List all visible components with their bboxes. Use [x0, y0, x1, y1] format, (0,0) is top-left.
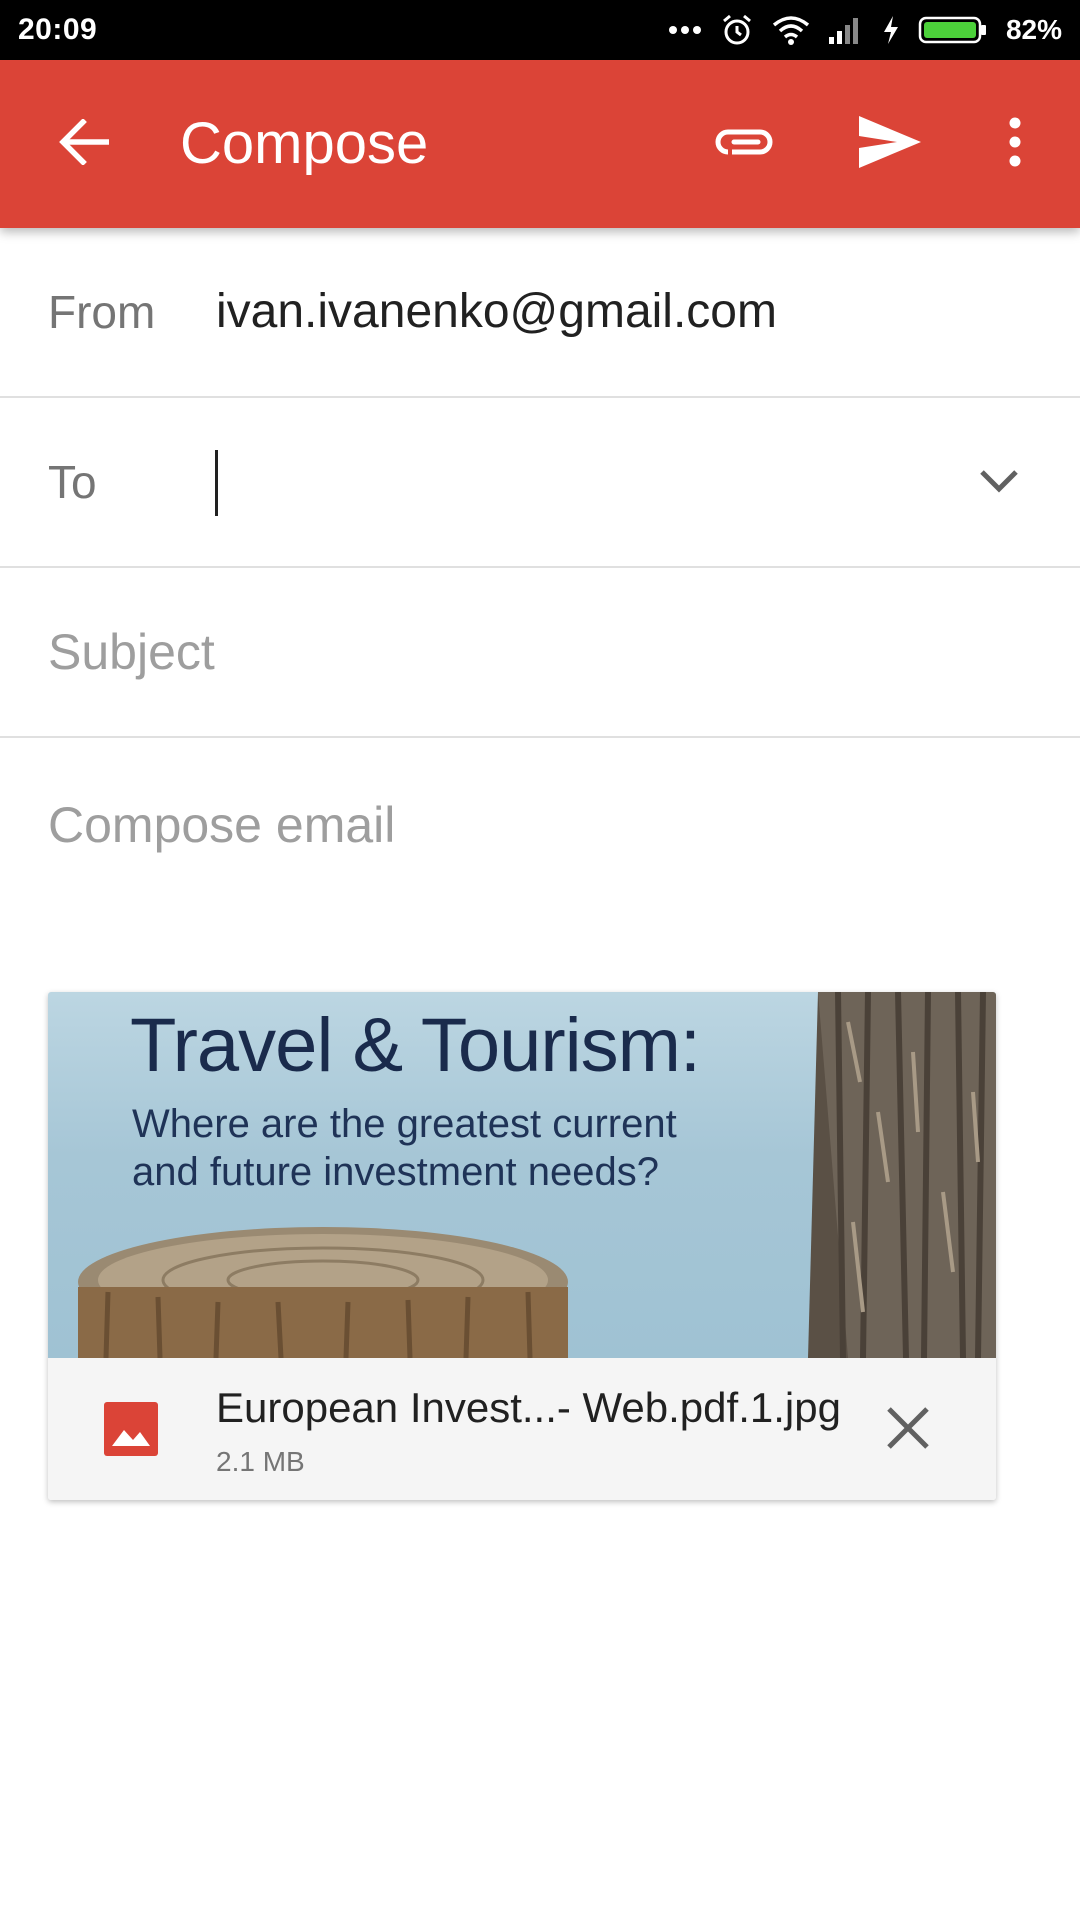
compose-email-input[interactable]: Compose email	[48, 770, 1008, 880]
close-icon	[886, 1406, 930, 1455]
text-cursor	[215, 450, 218, 516]
attachment-file-name: European Invest...- Web.pdf.1.jpg	[216, 1384, 841, 1431]
alarm-icon	[720, 13, 754, 47]
back-button[interactable]	[40, 60, 130, 228]
subject-input[interactable]: Subject	[48, 568, 215, 736]
status-icons: 82%	[668, 13, 1062, 47]
from-value[interactable]: ivan.ivanenko@gmail.com	[216, 228, 777, 396]
overflow-menu-button[interactable]	[985, 60, 1045, 228]
send-button[interactable]	[840, 60, 940, 228]
overflow-menu-icon	[1008, 117, 1022, 172]
preview-title: Travel & Tourism:	[130, 1003, 701, 1088]
wifi-icon	[772, 15, 810, 45]
from-label: From	[48, 286, 156, 338]
attachment-preview[interactable]: Travel & Tourism: Where are the greatest…	[48, 992, 996, 1358]
chevron-down-icon	[979, 469, 1019, 498]
to-row[interactable]: To	[0, 398, 1080, 568]
preview-subtitle: Where are the greatest current and futur…	[132, 1102, 677, 1194]
from-row[interactable]: From ivan.ivanenko@gmail.com	[0, 228, 1080, 398]
app-bar: Compose	[0, 60, 1080, 228]
remove-attachment-button[interactable]	[878, 1400, 938, 1460]
expand-recipients-button[interactable]	[966, 450, 1032, 516]
send-icon	[857, 114, 923, 175]
battery-icon	[918, 15, 988, 45]
image-file-icon	[104, 1402, 158, 1456]
attachment-card[interactable]: Travel & Tourism: Where are the greatest…	[48, 992, 996, 1500]
status-time: 20:09	[18, 13, 98, 46]
page-title: Compose	[180, 111, 429, 176]
subject-row[interactable]: Subject	[0, 568, 1080, 738]
paperclip-icon	[714, 125, 776, 164]
signal-icon	[828, 15, 864, 45]
status-bar: 20:09 82%	[0, 0, 1080, 60]
attach-button[interactable]	[700, 60, 790, 228]
battery-percent: 82%	[1005, 14, 1062, 45]
attachment-footer: European Invest...- Web.pdf.1.jpg 2.1 MB	[48, 1358, 996, 1500]
charging-icon	[882, 15, 900, 45]
more-dots-icon	[668, 24, 702, 36]
to-label: To	[48, 456, 97, 508]
attachment-file-size: 2.1 MB	[216, 1446, 305, 1477]
back-arrow-icon	[59, 117, 111, 170]
